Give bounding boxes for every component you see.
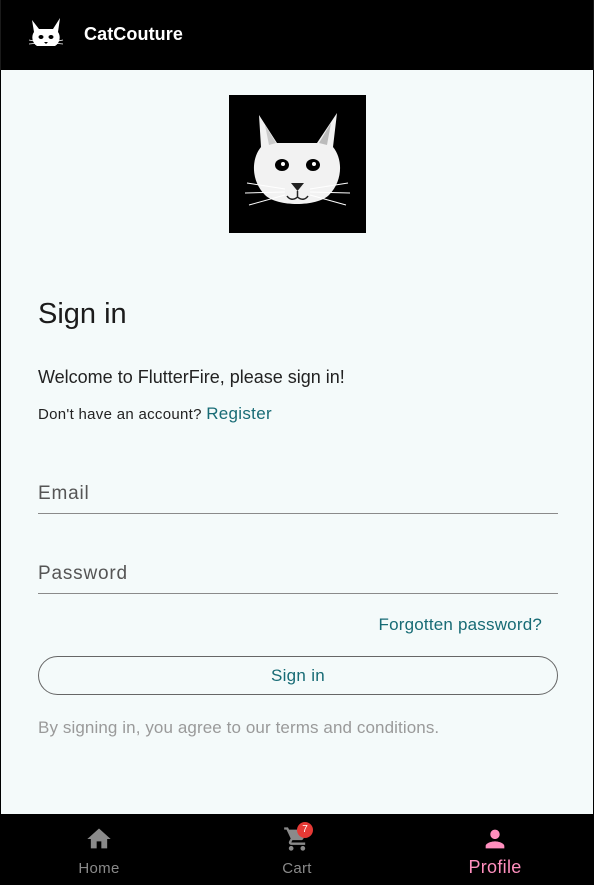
nav-item-home[interactable]: Home <box>0 815 198 885</box>
terms-text: By signing in, you agree to our terms an… <box>38 718 440 737</box>
password-field-container <box>38 554 558 594</box>
nav-label-profile: Profile <box>468 857 522 877</box>
nav-label-home: Home <box>78 860 120 877</box>
nav-item-profile[interactable]: Profile <box>396 815 594 885</box>
home-icon <box>87 828 111 849</box>
no-account-text: Don't have an account? <box>38 406 202 423</box>
register-link[interactable]: Register <box>206 404 272 423</box>
welcome-text: Welcome to FlutterFire, please sign in! <box>38 367 345 387</box>
no-account-row: Don't have an account? Register <box>38 404 272 424</box>
app-bar: CatCouture <box>0 0 594 70</box>
page-title: Sign in <box>38 298 127 330</box>
sign-in-button[interactable]: Sign in <box>38 656 558 695</box>
cat-logo-icon <box>27 14 65 52</box>
email-field-container <box>38 474 558 514</box>
person-icon <box>485 829 505 849</box>
nav-label-cart: Cart <box>282 860 312 877</box>
cart-count-badge: 7 <box>297 822 313 838</box>
app-title: CatCouture <box>84 24 183 44</box>
cat-hero-image <box>229 95 366 233</box>
signin-screen: Sign in Welcome to FlutterFire, please s… <box>1 70 593 814</box>
email-field[interactable] <box>38 474 558 513</box>
password-field[interactable] <box>38 554 558 593</box>
forgot-password-link[interactable]: Forgotten password? <box>379 615 543 635</box>
